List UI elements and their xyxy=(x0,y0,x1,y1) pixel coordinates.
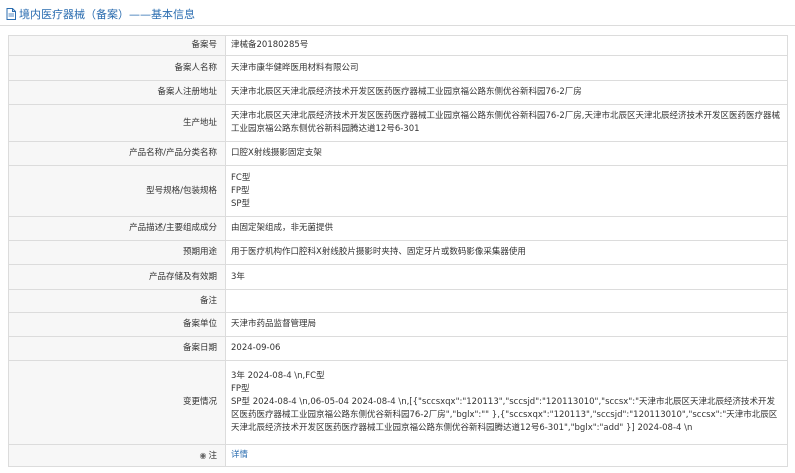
row-value: 3年 xyxy=(225,264,788,290)
row-value: 2024-09-06 xyxy=(225,336,788,361)
note-label: 注 xyxy=(208,450,217,461)
row-value xyxy=(225,289,788,313)
info-table: 备案号 津械备20180285号 备案人名称 天津市康华健晔医用材料有限公司 备… xyxy=(8,35,788,467)
change-detail: SP型 2024-08-4 \n,06-05-04 2024-08-4 \n,[… xyxy=(231,397,778,433)
model-spec-line: FC型 xyxy=(231,172,251,183)
model-spec-line: FP型 xyxy=(231,185,250,196)
row-label: 生产地址 xyxy=(8,104,226,142)
row-value: FC型 FP型 SP型 xyxy=(225,165,788,217)
row-value: 由固定架组成，非无菌提供 xyxy=(225,216,788,241)
row-label: 变更情况 xyxy=(8,360,226,445)
row-label: 备案人名称 xyxy=(8,55,226,81)
row-value: 口腔X射线摄影固定支架 xyxy=(225,141,788,166)
row-label: 产品存储及有效期 xyxy=(8,264,226,290)
table-row: 型号规格/包装规格 FC型 FP型 SP型 xyxy=(8,165,788,217)
model-spec-line: SP型 xyxy=(231,198,251,209)
row-label: 备案单位 xyxy=(8,312,226,337)
row-value: 天津市北辰区天津北辰经济技术开发区医药医疗器械工业园京福公路东侧优谷新科园76-… xyxy=(225,104,788,142)
row-label: 型号规格/包装规格 xyxy=(8,165,226,217)
row-value: 用于医疗机构作口腔科X射线胶片摄影时夹持、固定牙片或数码影像采集器使用 xyxy=(225,240,788,265)
row-label: 备案人注册地址 xyxy=(8,80,226,105)
row-value: 天津市药品监督管理局 xyxy=(225,312,788,337)
row-value: 天津市北辰区天津北辰经济技术开发区医药医疗器械工业园京福公路东侧优谷新科园76-… xyxy=(225,80,788,105)
row-label: 产品描述/主要组成成分 xyxy=(8,216,226,241)
page-title: 境内医疗器械（备案）——基本信息 xyxy=(19,8,195,21)
table-row: 备注 xyxy=(8,289,788,313)
pin-icon: ◉ xyxy=(199,450,207,460)
table-row: 备案人名称 天津市康华健晔医用材料有限公司 xyxy=(8,55,788,81)
table-row: 变更情况 3年 2024-08-4 \n,FC型 FP型 SP型 2024-08… xyxy=(8,360,788,445)
row-value: 详情 xyxy=(225,444,788,467)
table-row: 备案日期 2024-09-06 xyxy=(8,336,788,361)
row-label: 备注 xyxy=(8,289,226,313)
row-value: 天津市康华健晔医用材料有限公司 xyxy=(225,55,788,81)
table-row: 产品描述/主要组成成分 由固定架组成，非无菌提供 xyxy=(8,216,788,241)
page-header: 境内医疗器械（备案）——基本信息 xyxy=(0,0,795,26)
change-line: FP型 xyxy=(231,384,250,394)
table-row: 备案人注册地址 天津市北辰区天津北辰经济技术开发区医药医疗器械工业园京福公路东侧… xyxy=(8,80,788,105)
row-label: 备案号 xyxy=(8,35,226,56)
table-row: 产品存储及有效期 3年 xyxy=(8,264,788,290)
change-line: 3年 2024-08-4 \n,FC型 xyxy=(231,371,325,381)
row-label: 备案日期 xyxy=(8,336,226,361)
row-label: 产品名称/产品分类名称 xyxy=(8,141,226,166)
table-row: 生产地址 天津市北辰区天津北辰经济技术开发区医药医疗器械工业园京福公路东侧优谷新… xyxy=(8,104,788,142)
table-row: ◉ 注 详情 xyxy=(8,444,788,467)
table-row: 备案号 津械备20180285号 xyxy=(8,35,788,56)
table-row: 预期用途 用于医疗机构作口腔科X射线胶片摄影时夹持、固定牙片或数码影像采集器使用 xyxy=(8,240,788,265)
details-link[interactable]: 详情 xyxy=(231,450,248,460)
row-value: 3年 2024-08-4 \n,FC型 FP型 SP型 2024-08-4 \n… xyxy=(225,360,788,445)
row-label: 预期用途 xyxy=(8,240,226,265)
row-value: 津械备20180285号 xyxy=(225,35,788,56)
document-icon xyxy=(6,8,16,20)
row-label: ◉ 注 xyxy=(8,444,226,467)
table-row: 备案单位 天津市药品监督管理局 xyxy=(8,312,788,337)
table-row: 产品名称/产品分类名称 口腔X射线摄影固定支架 xyxy=(8,141,788,166)
